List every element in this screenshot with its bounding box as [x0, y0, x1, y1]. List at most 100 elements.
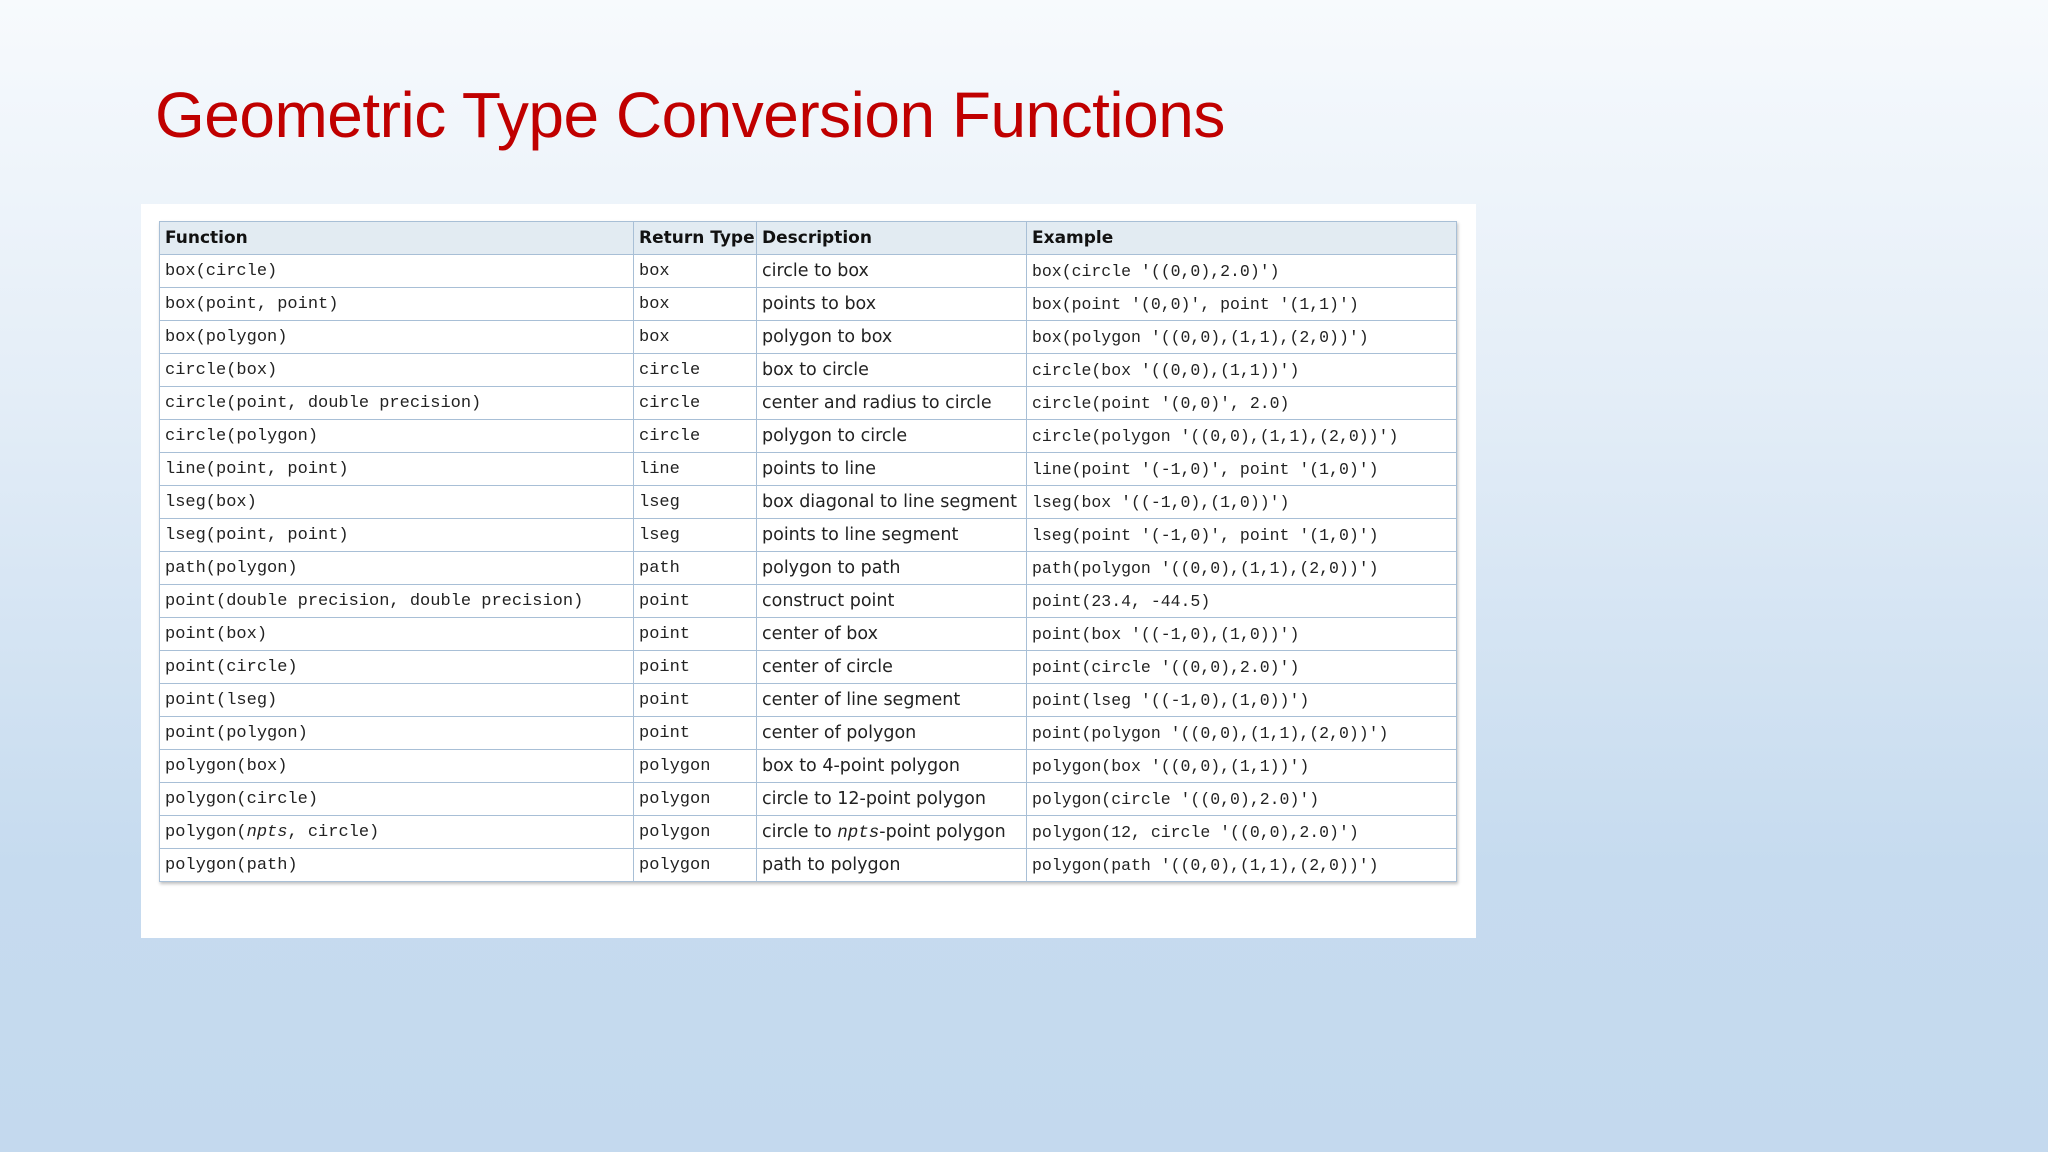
- table-row: box(point, point) box points to box box(…: [159, 287, 1457, 321]
- return-type-cell: point: [633, 617, 757, 651]
- function-cell: circle(polygon): [159, 419, 634, 453]
- return-type-cell: polygon: [633, 815, 757, 849]
- function-cell: polygon(npts, circle): [159, 815, 634, 849]
- example-text: box(point '(0,0)', point '(1,1)'): [1032, 294, 1359, 314]
- example-text: point(circle '((0,0),2.0)'): [1032, 657, 1300, 677]
- header-example: Example: [1026, 221, 1457, 255]
- table-row: circle(point, double precision) circle c…: [159, 386, 1457, 420]
- table-panel: Function Return Type Description Example…: [141, 204, 1476, 938]
- description-cell: center of circle: [756, 650, 1027, 684]
- function-cell: circle(box): [159, 353, 634, 387]
- table-row: box(circle) box circle to box box(circle…: [159, 254, 1457, 288]
- example-text: polygon(12, circle '((0,0),2.0)'): [1032, 822, 1359, 842]
- return-type-cell: box: [633, 254, 757, 288]
- example-text: polygon(box '((0,0),(1,1))'): [1032, 756, 1310, 776]
- header-description: Description: [756, 221, 1027, 255]
- function-cell: polygon(path): [159, 848, 634, 882]
- example-text: circle(box '((0,0),(1,1))'): [1032, 360, 1300, 380]
- description-cell: polygon to box: [756, 320, 1027, 354]
- example-cell: line(point '(-1,0)', point '(1,0)'): [1026, 452, 1457, 486]
- example-cell: lseg(point '(-1,0)', point '(1,0)'): [1026, 518, 1457, 552]
- description-cell: points to line: [756, 452, 1027, 486]
- example-cell: circle(polygon '((0,0),(1,1),(2,0))'): [1026, 419, 1457, 453]
- function-cell: line(point, point): [159, 452, 634, 486]
- table-row: point(circle) point center of circle poi…: [159, 650, 1457, 684]
- example-cell: point(circle '((0,0),2.0)'): [1026, 650, 1457, 684]
- return-type-cell: box: [633, 320, 757, 354]
- table-row: point(polygon) point center of polygon p…: [159, 716, 1457, 750]
- example-text: point(polygon '((0,0),(1,1),(2,0))'): [1032, 723, 1389, 743]
- return-type-cell: point: [633, 716, 757, 750]
- function-cell: path(polygon): [159, 551, 634, 585]
- example-text: point(23.4, -44.5): [1032, 591, 1211, 611]
- return-type-cell: point: [633, 650, 757, 684]
- example-cell: polygon(path '((0,0),(1,1),(2,0))'): [1026, 848, 1457, 882]
- example-cell: point(box '((-1,0),(1,0))'): [1026, 617, 1457, 651]
- example-cell: polygon(circle '((0,0),2.0)'): [1026, 782, 1457, 816]
- function-text: circle(point, double precision): [165, 393, 482, 413]
- example-text: polygon(circle '((0,0),2.0)'): [1032, 789, 1320, 809]
- return-type-cell: box: [633, 287, 757, 321]
- function-cell: point(box): [159, 617, 634, 651]
- example-text: box(circle '((0,0),2.0)'): [1032, 261, 1280, 281]
- function-cell: polygon(box): [159, 749, 634, 783]
- description-cell: center and radius to circle: [756, 386, 1027, 420]
- example-text: polygon(path '((0,0),(1,1),(2,0))'): [1032, 855, 1379, 875]
- table-row: circle(box) circle box to circle circle(…: [159, 353, 1457, 387]
- example-text: point(lseg '((-1,0),(1,0))'): [1032, 690, 1310, 710]
- function-text: line(point, point): [165, 459, 349, 479]
- example-cell: polygon(12, circle '((0,0),2.0)'): [1026, 815, 1457, 849]
- description-cell: polygon to path: [756, 551, 1027, 585]
- function-suffix: , circle): [287, 822, 380, 842]
- table-row: polygon(npts, circle) polygon circle to …: [159, 815, 1457, 849]
- example-cell: box(polygon '((0,0),(1,1),(2,0))'): [1026, 320, 1457, 354]
- example-cell: point(23.4, -44.5): [1026, 584, 1457, 618]
- description-cell: box to circle: [756, 353, 1027, 387]
- table-row: path(polygon) path polygon to path path(…: [159, 551, 1457, 585]
- table-row: lseg(point, point) lseg points to line s…: [159, 518, 1457, 552]
- description-cell: path to polygon: [756, 848, 1027, 882]
- description-cell: circle to 12-point polygon: [756, 782, 1027, 816]
- example-cell: box(circle '((0,0),2.0)'): [1026, 254, 1457, 288]
- function-text: point(double precision, double precision…: [165, 591, 584, 611]
- function-cell: point(lseg): [159, 683, 634, 717]
- return-type-cell: circle: [633, 386, 757, 420]
- description-cell: box to 4-point polygon: [756, 749, 1027, 783]
- description-cell: points to box: [756, 287, 1027, 321]
- function-cell: lseg(box): [159, 485, 634, 519]
- example-cell: point(lseg '((-1,0),(1,0))'): [1026, 683, 1457, 717]
- description-cell: points to line segment: [756, 518, 1027, 552]
- description-cell: circle to npts-point polygon: [756, 815, 1027, 849]
- table-row: polygon(box) polygon box to 4-point poly…: [159, 749, 1457, 783]
- function-cell: point(circle): [159, 650, 634, 684]
- table-row: line(point, point) line points to line l…: [159, 452, 1457, 486]
- description-cell: box diagonal to line segment: [756, 485, 1027, 519]
- example-cell: circle(point '(0,0)', 2.0): [1026, 386, 1457, 420]
- function-cell: circle(point, double precision): [159, 386, 634, 420]
- conversion-functions-table: Function Return Type Description Example…: [159, 221, 1457, 882]
- function-cell: point(polygon): [159, 716, 634, 750]
- function-text: lseg(point, point): [165, 525, 349, 545]
- example-cell: point(polygon '((0,0),(1,1),(2,0))'): [1026, 716, 1457, 750]
- example-cell: box(point '(0,0)', point '(1,1)'): [1026, 287, 1457, 321]
- return-type-cell: line: [633, 452, 757, 486]
- table-row: circle(polygon) circle polygon to circle…: [159, 419, 1457, 453]
- return-type-cell: polygon: [633, 782, 757, 816]
- table-row: lseg(box) lseg box diagonal to line segm…: [159, 485, 1457, 519]
- function-cell: lseg(point, point): [159, 518, 634, 552]
- description-cell: construct point: [756, 584, 1027, 618]
- description-cell: polygon to circle: [756, 419, 1027, 453]
- table-row: point(box) point center of box point(box…: [159, 617, 1457, 651]
- description-italic-param: npts: [837, 822, 880, 843]
- return-type-cell: circle: [633, 353, 757, 387]
- function-italic-param: npts: [246, 822, 288, 842]
- example-text: line(point '(-1,0)', point '(1,0)'): [1032, 459, 1379, 479]
- table-row: polygon(path) polygon path to polygon po…: [159, 848, 1457, 882]
- description-suffix: -point polygon: [879, 821, 1006, 842]
- example-text: box(polygon '((0,0),(1,1),(2,0))'): [1032, 327, 1369, 347]
- function-text: box(point, point): [165, 294, 339, 314]
- function-cell: box(circle): [159, 254, 634, 288]
- header-return-type: Return Type: [633, 221, 757, 255]
- example-cell: polygon(box '((0,0),(1,1))'): [1026, 749, 1457, 783]
- return-type-cell: polygon: [633, 848, 757, 882]
